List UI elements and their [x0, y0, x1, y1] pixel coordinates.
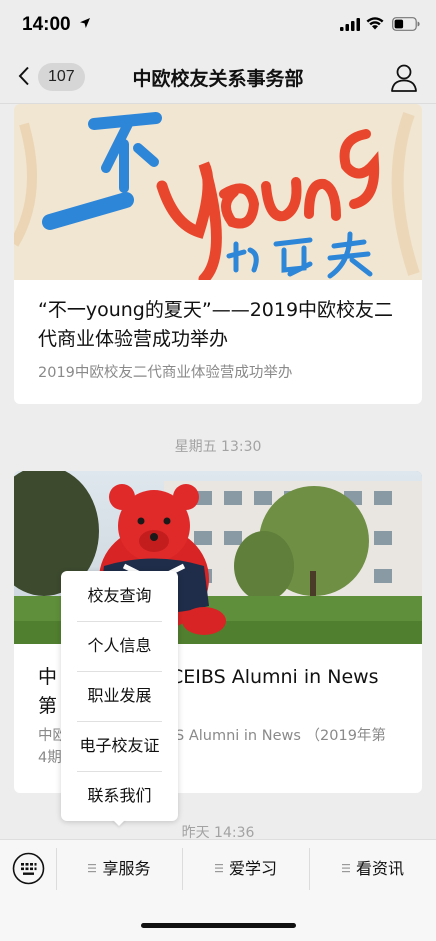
submenu-lines-icon: [88, 864, 97, 873]
article-cover-image: [14, 104, 422, 280]
menu-item-career[interactable]: 职业发展: [61, 671, 178, 721]
nav-bar: 107 中欧校友关系事务部: [0, 50, 436, 104]
wifi-icon: [366, 17, 384, 30]
menu-tab-services[interactable]: 享服务: [57, 840, 182, 898]
battery-icon: [392, 17, 420, 31]
person-icon[interactable]: [388, 62, 420, 94]
submenu-lines-icon: [214, 864, 223, 873]
service-submenu: 校友查询 个人信息 职业发展 电子校友证 联系我们: [61, 571, 178, 821]
article-digest: 2019中欧校友二代商业体验营成功举办: [38, 365, 293, 381]
back-button[interactable]: 107: [14, 60, 85, 94]
status-bar: 14:00: [0, 0, 436, 50]
menu-tab-learning[interactable]: 爱学习: [183, 840, 309, 898]
location-arrow-icon: [80, 18, 90, 28]
menu-item-personal-info[interactable]: 个人信息: [61, 621, 178, 671]
menu-tab-label: 享服务: [102, 859, 151, 878]
submenu-lines-icon: [341, 864, 350, 873]
status-time: 14:00: [22, 14, 71, 35]
popup-pointer: [112, 819, 126, 826]
keyboard-icon[interactable]: [12, 852, 45, 885]
unread-count-badge: 107: [38, 63, 85, 91]
chevron-left-icon: [18, 66, 29, 86]
page-title: 中欧校友关系事务部: [132, 68, 304, 90]
menu-tab-label: 爱学习: [228, 859, 277, 878]
menu-item-alumni-card[interactable]: 电子校友证: [61, 721, 178, 771]
menu-tab-label: 看资讯: [355, 859, 404, 878]
menu-item-alumni-search[interactable]: 校友查询: [61, 571, 178, 621]
home-indicator[interactable]: [141, 923, 296, 928]
message-timestamp: 星期五 13:30: [174, 439, 262, 455]
signal-icon: [340, 18, 360, 31]
article-title: “不一young的夏天”——2019中欧校友二代商业体验营成功举办: [38, 299, 394, 350]
message-timestamp: 昨天 14:36: [181, 825, 255, 839]
menu-item-contact[interactable]: 联系我们: [61, 771, 178, 821]
article-card[interactable]: “不一young的夏天”——2019中欧校友二代商业体验营成功举办 2019中欧…: [14, 104, 422, 404]
menu-tab-news[interactable]: 看资讯: [310, 840, 436, 898]
